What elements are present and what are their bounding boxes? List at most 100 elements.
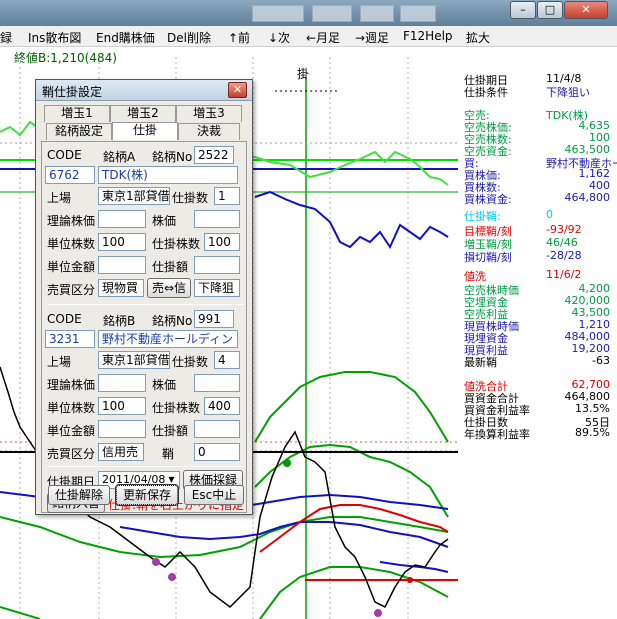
trade-type-b-field[interactable]: 信用売 [98, 443, 144, 461]
unit-shares-a-label: 単位株数 [47, 237, 96, 251]
menu-item-delete[interactable]: Del削除 [167, 29, 211, 46]
info-row: 年換算利益率 89.5% [462, 426, 612, 441]
info-label: 年換算利益率 [464, 428, 530, 441]
entry-tab-panel: CODE 銘柄A 銘柄No 2522 6762 TDK(株) 上場 東京1部貸借… [41, 141, 247, 513]
menu-item-help[interactable]: F12Help [403, 29, 453, 43]
titlebar-tab [252, 5, 304, 22]
market-a-label: 上場 [47, 191, 72, 205]
theory-price-a-label: 理論株価 [47, 214, 96, 228]
entry-shares-b-label: 仕掛株数 [152, 401, 201, 415]
tab-add-position-2[interactable]: 増玉2 [110, 105, 176, 122]
cancel-position-button[interactable]: 仕掛解除 [48, 485, 110, 505]
save-button[interactable]: 更新保存 [115, 484, 179, 506]
menu-item-scatter[interactable]: Ins散布図 [28, 29, 81, 46]
entry-amount-a-label: 仕掛額 [152, 260, 189, 274]
info-label: 仕掛条件 [464, 86, 508, 99]
menu-item-monthly[interactable]: ←月足 [306, 29, 340, 46]
entry-amount-b-label: 仕掛額 [152, 424, 189, 438]
tab-add-position-3[interactable]: 増玉3 [176, 105, 242, 122]
section-divider [48, 466, 244, 467]
info-value: -93/92 [546, 223, 582, 236]
tab-add-position-1[interactable]: 増玉1 [44, 105, 110, 122]
cancel-button[interactable]: Esc中止 [184, 485, 244, 505]
entry-shares-b-field[interactable]: 400 [204, 397, 240, 415]
info-row: 仕掛条件 下降狙い [462, 84, 612, 99]
info-value: 464,800 [564, 191, 611, 204]
direction-field[interactable]: 下降狙 [194, 279, 240, 297]
market-a-field[interactable]: 東京1部貸借 [98, 187, 170, 205]
maximize-button[interactable]: □ [537, 1, 563, 19]
menu-item-price[interactable]: End購株価 [96, 29, 155, 46]
menu-item-record[interactable]: 録 [0, 29, 12, 46]
info-value: 11/6/2 [546, 268, 582, 281]
spread-field[interactable]: 0 [194, 443, 240, 461]
trade-type-b-label: 売買区分 [47, 447, 96, 461]
unit-amount-a-label: 単位金額 [47, 260, 96, 274]
info-value: 0 [546, 208, 553, 221]
unit-amount-a-field[interactable] [98, 256, 146, 274]
symbol-b-label: 銘柄B [103, 314, 136, 328]
entry-count-a-label: 仕掛数 [172, 191, 209, 205]
symbol-a-no-label: 銘柄No [152, 150, 193, 164]
theory-price-a-field[interactable] [98, 210, 146, 228]
titlebar-tab [400, 5, 436, 22]
tab-entry[interactable]: 仕掛 [112, 122, 178, 140]
menu-bar: 録 Ins散布図 End購株価 Del削除 ↑前 ↓次 ←月足 →週足 F12H… [0, 26, 617, 47]
menu-item-next[interactable]: ↓次 [268, 29, 290, 46]
info-value: 89.5% [575, 426, 610, 439]
entry-amount-a-field[interactable] [194, 256, 240, 274]
minimize-button[interactable]: – [510, 1, 536, 19]
trade-type-a-label: 売買区分 [47, 283, 96, 297]
symbol-a-name-field[interactable]: TDK(株) [98, 166, 238, 184]
swap-margin-button[interactable]: 売⇔信 [147, 278, 191, 298]
signal-marker [374, 609, 382, 617]
symbol-b-name-field[interactable]: 野村不動産ホールディン [98, 330, 238, 348]
info-label: 仕掛鞘: [464, 210, 501, 223]
menu-item-prev[interactable]: ↑前 [228, 29, 250, 46]
price-a-field[interactable] [194, 210, 240, 228]
entry-shares-a-field[interactable]: 100 [204, 233, 240, 251]
info-value: 下降狙い [546, 86, 590, 99]
market-b-field[interactable]: 東京1部貸借 [98, 351, 170, 369]
signal-marker [152, 558, 160, 566]
info-label: 損切鞘/刻 [464, 251, 512, 264]
dialog-close-button[interactable]: ✕ [228, 82, 247, 98]
spread-label: 鞘 [162, 447, 175, 461]
trade-type-a-field[interactable]: 現物買 [98, 279, 144, 297]
symbol-b-no-field[interactable]: 991 [194, 310, 234, 328]
unit-shares-a-field[interactable]: 100 [98, 233, 146, 251]
info-row: 買株資金: 464,800 [462, 191, 612, 206]
entry-count-a-field[interactable]: 1 [214, 187, 240, 205]
menu-item-weekly[interactable]: →週足 [355, 29, 389, 46]
tab-settlement[interactable]: 決裁 [178, 123, 240, 140]
info-label: 最新鞘 [464, 356, 497, 369]
dialog-titlebar[interactable]: 鞘仕掛設定 ✕ [36, 80, 252, 101]
info-label: 買株資金: [464, 193, 512, 206]
menu-item-zoom[interactable]: 拡大 [466, 29, 490, 46]
code-a-field[interactable]: 6762 [45, 166, 95, 184]
code-b-label: CODE [47, 312, 82, 326]
unit-shares-b-field[interactable]: 100 [98, 397, 146, 415]
entry-count-b-field[interactable]: 4 [214, 351, 240, 369]
code-a-label: CODE [47, 148, 82, 162]
entry-marker [283, 459, 291, 467]
unit-amount-b-field[interactable] [98, 420, 146, 438]
spread-entry-dialog: 鞘仕掛設定 ✕ 増玉1 増玉2 増玉3 銘柄設定 仕掛 決裁 CODE 銘柄A … [35, 79, 253, 515]
info-row: 最新鞘 -63 [462, 354, 612, 369]
symbol-b-no-label: 銘柄No [152, 314, 193, 328]
theory-price-b-label: 理論株価 [47, 378, 96, 392]
titlebar-tab [312, 5, 352, 22]
window-close-button[interactable]: ✕ [564, 1, 608, 19]
code-b-field[interactable]: 3231 [45, 330, 95, 348]
info-value: -28/28 [546, 249, 582, 262]
signal-marker [168, 573, 176, 581]
symbol-a-no-field[interactable]: 2522 [194, 146, 234, 164]
theory-price-b-field[interactable] [98, 374, 146, 392]
entry-amount-b-field[interactable] [194, 420, 240, 438]
info-row: 値洗 11/6/2 [462, 268, 612, 283]
info-row: 目標鞘/刻 -93/92 [462, 223, 612, 238]
price-a-label: 株価 [152, 214, 177, 228]
info-value: 46/46 [546, 236, 578, 249]
tab-symbol-settings[interactable]: 銘柄設定 [46, 123, 112, 140]
price-b-field[interactable] [194, 374, 240, 392]
